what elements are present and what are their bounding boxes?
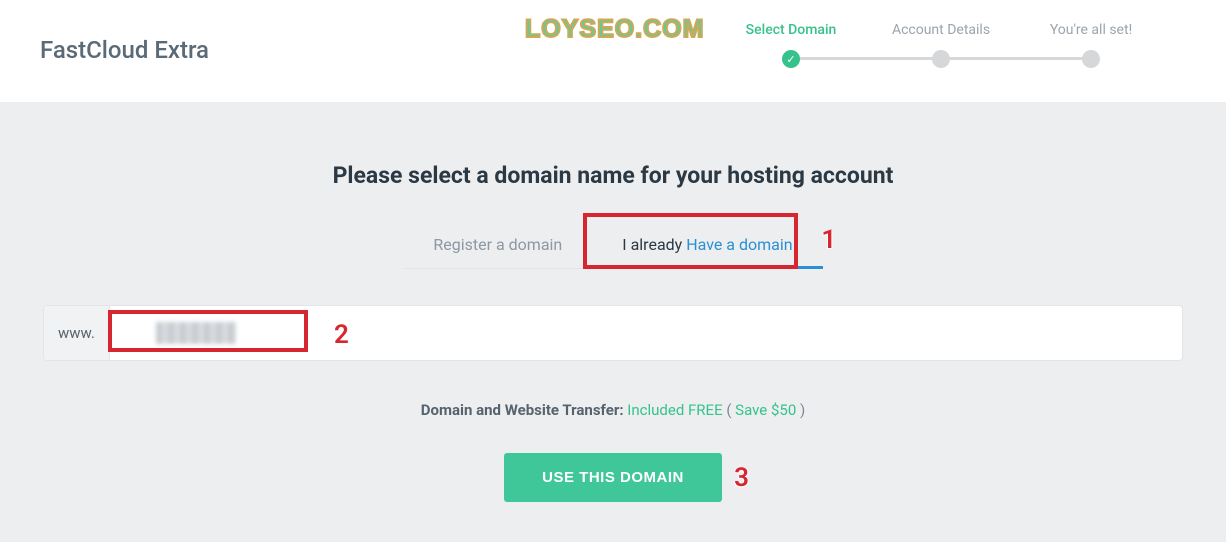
- main-content: Please select a domain name for your hos…: [0, 102, 1226, 542]
- checkmark-icon: ✓: [782, 50, 800, 68]
- tab-text-prefix: I already: [622, 235, 686, 254]
- step-all-set: You're all set!: [1016, 22, 1166, 68]
- domain-input[interactable]: [110, 306, 1182, 360]
- step-connector: [791, 57, 941, 60]
- tab-register-domain[interactable]: Register a domain: [403, 225, 592, 268]
- transfer-info: Domain and Website Transfer: Included FR…: [421, 401, 805, 419]
- domain-prefix: www.: [44, 306, 110, 360]
- transfer-save[interactable]: Save $50: [735, 401, 796, 419]
- page-heading: Please select a domain name for your hos…: [333, 162, 894, 189]
- brand-title: FastCloud Extra: [40, 36, 209, 64]
- cta-wrap: USE THIS DOMAIN 3: [504, 453, 722, 502]
- transfer-free: Included FREE: [627, 401, 722, 419]
- step-label: You're all set!: [1050, 22, 1132, 38]
- dot-icon: [1082, 50, 1100, 68]
- domain-input-row: www. 2: [43, 305, 1183, 361]
- top-bar: FastCloud Extra LOYSEO.COM Select Domain…: [0, 0, 1226, 102]
- tab-text-link: Have a domain: [686, 235, 792, 254]
- step-label: Select Domain: [746, 22, 837, 38]
- step-account-details: Account Details: [866, 22, 1016, 68]
- step-select-domain: Select Domain ✓: [716, 22, 866, 68]
- paren-close: ): [796, 401, 805, 419]
- paren-open: (: [723, 401, 736, 419]
- annotation-number-3: 3: [734, 463, 749, 493]
- step-connector: [941, 57, 1091, 60]
- transfer-label: Domain and Website Transfer:: [421, 401, 628, 419]
- watermark: LOYSEO.COM: [525, 15, 704, 44]
- domain-tabs: Register a domain I already Have a domai…: [403, 225, 822, 269]
- tab-have-domain[interactable]: I already Have a domain: [592, 225, 822, 268]
- dot-icon: [932, 50, 950, 68]
- annotation-number-1: 1: [821, 225, 836, 255]
- step-label: Account Details: [892, 22, 990, 38]
- progress-steps: Select Domain ✓ Account Details You're a…: [716, 22, 1166, 68]
- use-this-domain-button[interactable]: USE THIS DOMAIN: [504, 453, 722, 502]
